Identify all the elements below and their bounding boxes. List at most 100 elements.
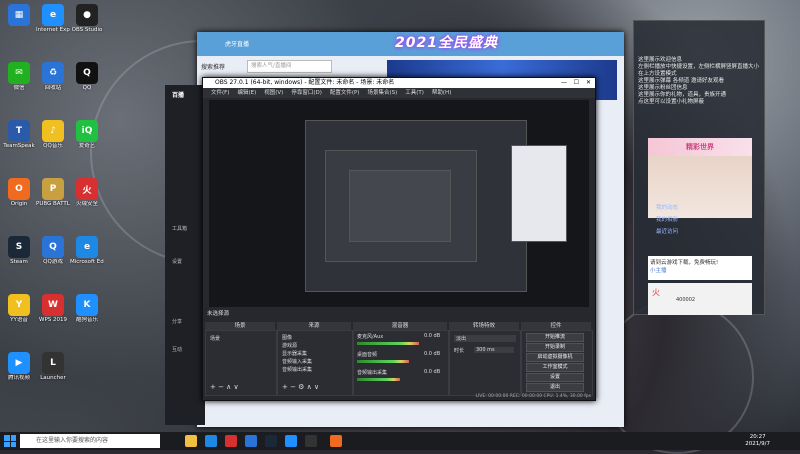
chat-panel[interactable]: 这里展示欢迎信息 左侧栏播放中快捷设置，左侧栏横屏竖屏直播大小 在上方设置模式 …	[633, 20, 765, 315]
desktop-icon[interactable]: eInternet Explorer	[36, 4, 70, 34]
obs-preview-canvas[interactable]	[209, 100, 589, 307]
desktop-icon[interactable]: ▦	[2, 4, 36, 27]
no-source-selected-label: 未选择源	[207, 311, 230, 317]
desktop-icon[interactable]: eMicrosoft Edge	[70, 236, 104, 266]
desktop-icon[interactable]: W WPS 2019	[36, 294, 70, 324]
desktop-icon[interactable]: iQ 爱奇艺	[70, 120, 104, 150]
obs-menu-item[interactable]: 编辑(E)	[237, 88, 256, 98]
chat-intro-line: 这里展示弹幕 各频道 邀请好友观看	[638, 78, 724, 84]
windows-start-icon[interactable]	[4, 435, 16, 447]
sources-toolbar[interactable]: + − ⚙ ∧ ∨	[282, 383, 319, 391]
mixer-dock-title: 混音器	[353, 322, 447, 330]
desktop-icon[interactable]: ♻ 回收站	[36, 62, 70, 92]
nested-chat-preview	[511, 145, 567, 242]
desktop-icon[interactable]: K 酷狗音乐	[70, 294, 104, 324]
obs-menu-item[interactable]: 配置文件(P)	[330, 88, 360, 98]
link-my-feed[interactable]: 我的动态	[656, 203, 678, 211]
source-item[interactable]: 显示器采集	[282, 350, 307, 357]
source-item[interactable]: 图像	[282, 334, 292, 341]
app-icon: Y	[8, 294, 30, 316]
desktop-icon[interactable]: ● OBS Studio	[70, 4, 104, 34]
scenes-dock-title: 场景	[205, 322, 275, 330]
desktop-icon[interactable]: PPUBG BATTLEGR...	[36, 178, 70, 208]
mixer-channel-level: 0.0 dB	[424, 333, 441, 339]
chat-intro: 这里展示欢迎信息 左侧栏播放中快捷设置，左侧栏横屏竖屏直播大小 在上方设置模式 …	[638, 57, 760, 106]
file-explorer-icon[interactable]	[185, 435, 197, 447]
controls-dock[interactable]: 开始推流 开始录制 启动虚拟摄像机 工作室模式 设置 退出	[521, 330, 593, 396]
app-icon[interactable]	[225, 435, 237, 447]
browser-search-input[interactable]: 搜索人气/直播间	[247, 60, 332, 73]
start-recording-button[interactable]: 开始录制	[526, 343, 584, 352]
steam-icon[interactable]	[265, 435, 277, 447]
app-icon: ▶	[8, 352, 30, 374]
transition-type-select[interactable]: 淡出	[454, 335, 516, 342]
source-item[interactable]: 音频输出采集	[282, 366, 312, 373]
app-item-interact[interactable]: 互动	[172, 346, 182, 353]
start-streaming-button[interactable]: 开始推流	[526, 333, 584, 342]
chat-gift-card[interactable]: 火 400002	[648, 283, 752, 315]
app-icon[interactable]	[330, 435, 342, 447]
obs-window[interactable]: OBS 27.0.1 (64-bit, windows) - 配置文件: 未命名…	[202, 77, 596, 401]
desktop-icon-label: Steam	[10, 259, 28, 265]
mixer-channel-name: 桌面音频	[357, 352, 378, 358]
source-item[interactable]: 音频输入采集	[282, 358, 312, 365]
taskbar-search-input[interactable]: 在这里输入你要搜索的内容	[20, 434, 160, 448]
obs-menu-item[interactable]: 停靠窗口(D)	[291, 88, 322, 98]
scene-toolbar[interactable]: + − ∧ ∨	[210, 383, 239, 391]
obs-menu-item[interactable]: 视图(V)	[264, 88, 283, 98]
app-item-settings[interactable]: 设置	[172, 258, 182, 265]
live-app-sidebar	[165, 85, 205, 425]
app-icon[interactable]	[245, 435, 257, 447]
app-icon[interactable]	[285, 435, 297, 447]
desktop-icon[interactable]: Y YY语音	[2, 294, 36, 324]
streamer-photo[interactable]	[700, 156, 752, 218]
desktop-icon-label: 微信	[13, 85, 25, 91]
desktop-icon-label: Microsoft Edge	[70, 259, 104, 265]
desktop-icon[interactable]: ▶ 腾讯视频	[2, 352, 36, 382]
maximize-icon[interactable]: ☐	[574, 78, 579, 88]
mixer-dock[interactable]: 麦克风/Aux 0.0 dB 桌面音频 0.0 dB 音频输出采集 0.0 dB	[353, 330, 449, 396]
desktop-icon[interactable]: ♪ QQ音乐	[36, 120, 70, 150]
app-icon: Q	[42, 236, 64, 258]
desktop-icon[interactable]: ✉ 微信	[2, 62, 36, 92]
source-item[interactable]: 游戏源	[282, 342, 297, 349]
desktop-icon[interactable]: Q QQ游戏	[36, 236, 70, 266]
desktop-icon[interactable]: 火火绒安全	[70, 178, 104, 208]
edge-icon[interactable]	[205, 435, 217, 447]
desktop-icon-label: TeamSpeak	[3, 143, 35, 149]
app-item-share[interactable]: 分享	[172, 318, 182, 325]
obs-icon[interactable]	[305, 435, 317, 447]
obs-menu-item[interactable]: 文件(F)	[211, 88, 229, 98]
chat-message-user[interactable]: 小主播	[650, 266, 750, 274]
desktop-icon[interactable]: O Origin	[2, 178, 36, 208]
transitions-dock[interactable]: 淡出 时长 300 ms	[449, 330, 521, 396]
virtual-camera-button[interactable]: 启动虚拟摄像机	[526, 353, 584, 362]
minimize-icon[interactable]: —	[561, 78, 567, 88]
link-my-album[interactable]: 我的相册	[656, 215, 678, 223]
desktop-icon-label: QQ游戏	[43, 259, 63, 265]
desktop-icon[interactable]: T TeamSpeak	[2, 120, 36, 150]
obs-menu-item[interactable]: 帮助(H)	[432, 88, 451, 98]
sources-dock[interactable]: 图像 游戏源 显示器采集 音频输入采集 音频输出采集 + − ⚙ ∧ ∨	[277, 330, 353, 396]
obs-menu-item[interactable]: 工具(T)	[405, 88, 424, 98]
app-item-tools[interactable]: 工具箱	[172, 225, 187, 232]
studio-mode-button[interactable]: 工作室模式	[526, 363, 584, 372]
desktop-icon[interactable]: S Steam	[2, 236, 36, 266]
link-recent-visits[interactable]: 最近访问	[656, 227, 678, 235]
scene-item[interactable]: 场景	[210, 335, 220, 342]
settings-button[interactable]: 设置	[526, 373, 584, 382]
exit-button[interactable]: 退出	[526, 383, 584, 392]
desktop-icon[interactable]: Q QQ	[70, 62, 104, 92]
chat-promo-banner[interactable]: 精彩世界	[648, 138, 752, 156]
browser-title: 虎牙直播	[225, 41, 250, 48]
mixer-channel-name: 音频输出采集	[357, 370, 388, 376]
app-icon: O	[8, 178, 30, 200]
desktop-icon[interactable]: L Launcher	[36, 352, 70, 382]
transition-duration-input[interactable]: 300 ms	[474, 347, 514, 353]
scenes-dock[interactable]: 场景 + − ∧ ∨	[205, 330, 277, 396]
close-icon[interactable]: ✕	[586, 78, 591, 88]
app-icon: ●	[76, 4, 98, 26]
obs-menu-item[interactable]: 场景集合(S)	[367, 88, 397, 98]
desktop-icon-label: PUBG BATTLEGR...	[36, 201, 70, 207]
taskbar-clock[interactable]: 20:27 2021/9/7	[745, 434, 770, 448]
